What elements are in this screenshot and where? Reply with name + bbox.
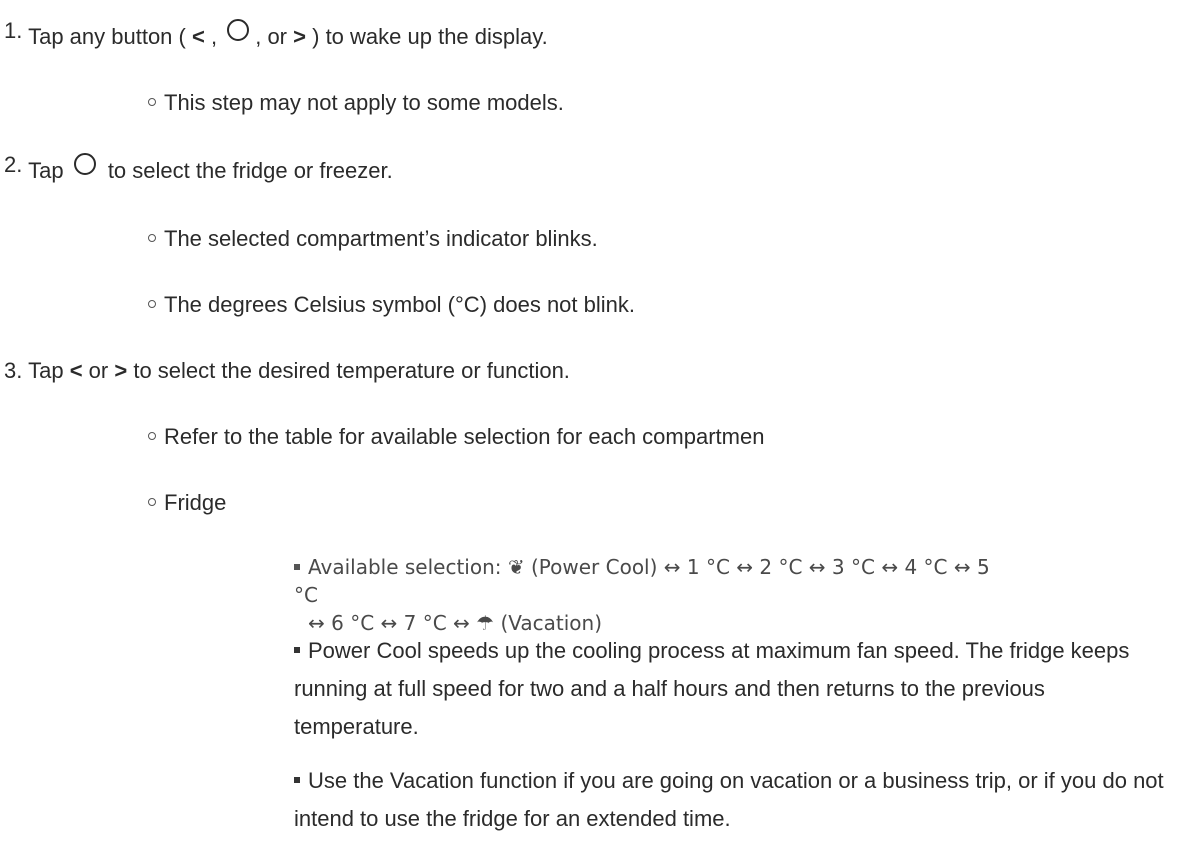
power-cool-text: Power Cool speeds up the cooling process…: [294, 638, 1130, 739]
sub-item-text: This step may not apply to some models.: [164, 90, 564, 115]
circle-button-icon: [227, 19, 250, 42]
step-3-number: 3.: [4, 358, 23, 383]
bullet-icon: [148, 300, 156, 309]
circle-button-icon: [73, 153, 96, 176]
bullet-icon: [148, 498, 156, 507]
sub-item-text: Fridge: [164, 490, 227, 515]
step-1: 1. Tap any button ( < , , or > ) to wake…: [4, 18, 548, 50]
bullet-icon: [294, 777, 300, 784]
list-item-power-cool: Power Cool speeds up the cooling process…: [294, 632, 1174, 746]
list-item-vacation: Use the Vacation function if you are goi…: [294, 762, 1174, 838]
bullet-icon: [148, 234, 156, 243]
step-3-text-after: to select the desired temperature or fun…: [133, 358, 570, 383]
right-button-symbol: >: [114, 358, 128, 383]
list-item: Fridge: [148, 490, 226, 516]
bullet-icon: [294, 647, 300, 654]
available-selection-line-1: Available selection: ❦ (Power Cool) ↔ 1 …: [294, 553, 1014, 609]
step-2-number: 2.: [4, 152, 23, 177]
sub-item-text: The degrees Celsius symbol (°C) does not…: [164, 292, 636, 317]
step-3-or: or: [88, 358, 109, 383]
list-item: This step may not apply to some models.: [148, 90, 564, 116]
step-3-text-before: Tap: [28, 358, 64, 383]
bullet-icon: [294, 563, 300, 570]
step-1-text-after: ) to wake up the display.: [312, 24, 548, 49]
sub-item-text: The selected compartment’s indicator bli…: [164, 226, 598, 251]
list-item: Refer to the table for available selecti…: [148, 424, 764, 450]
step-2-text-before: Tap: [28, 158, 64, 183]
sub-item-text: Refer to the table for available selecti…: [164, 424, 765, 449]
vacation-text: Use the Vacation function if you are goi…: [294, 768, 1164, 831]
available-selection-text: Available selection: ❦ (Power Cool) ↔ 1 …: [294, 555, 990, 607]
step-1-text-before: Tap any button (: [28, 24, 186, 49]
bullet-icon: [148, 432, 156, 441]
bullet-icon: [148, 98, 156, 107]
list-item: The selected compartment’s indicator bli…: [148, 226, 598, 252]
list-item: The degrees Celsius symbol (°C) does not…: [148, 292, 635, 318]
right-button-symbol: >: [293, 24, 306, 49]
available-selection: Available selection: ❦ (Power Cool) ↔ 1 …: [294, 553, 1014, 637]
step-1-number: 1.: [4, 18, 23, 43]
step-1-or: , or: [255, 24, 288, 49]
step-2-text-after: to select the fridge or freezer.: [107, 158, 393, 183]
step-3: 3. Tap < or > to select the desired temp…: [4, 358, 570, 384]
left-button-symbol: <: [191, 24, 205, 49]
left-button-symbol: <: [69, 358, 83, 383]
step-1-comma: ,: [210, 24, 218, 49]
step-2: 2. Tap to select the fridge or freezer.: [4, 152, 393, 184]
